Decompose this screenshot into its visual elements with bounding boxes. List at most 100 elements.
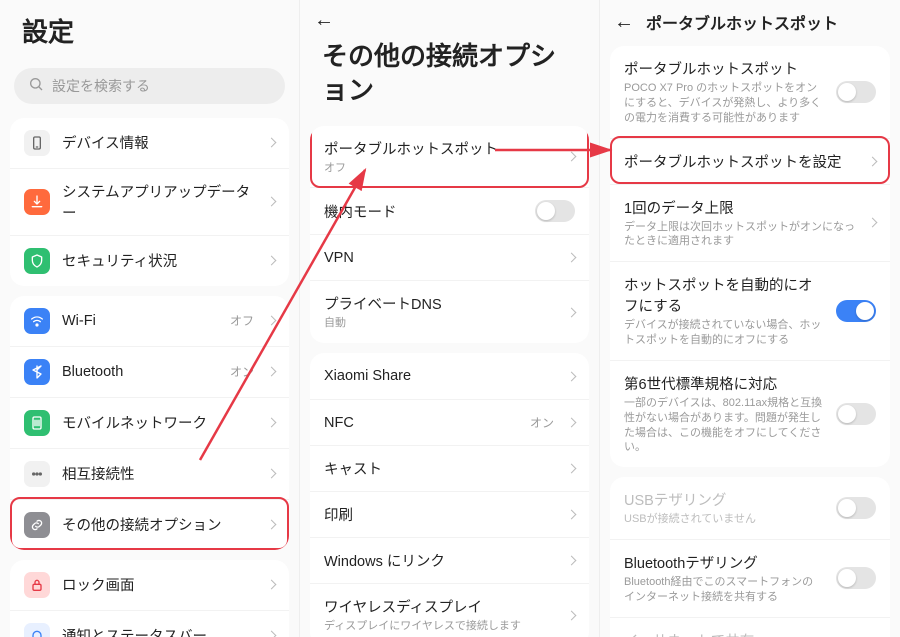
page-title: ポータブルホットスポット (646, 10, 838, 34)
row-label: 機内モード (324, 201, 523, 222)
chevron-right-icon (567, 307, 577, 317)
airplane-toggle[interactable] (535, 200, 575, 222)
row-subtitle: 一部のデバイスは、802.11ax規格と互換性がない場合があります。問題が発生し… (624, 396, 824, 455)
xiaomi-share-row[interactable]: Xiaomi Share (310, 353, 589, 399)
row-label: デバイス情報 (62, 132, 256, 153)
chevron-right-icon (567, 510, 577, 520)
row-subtitle: データ上限は次回ホットスポットがオンになったときに適用されます (624, 220, 857, 250)
row-subtitle: デバイスが接続されていない場合、ホットスポットを自動的にオフにする (624, 318, 824, 348)
chevron-right-icon (567, 610, 577, 620)
lock-screen-row[interactable]: ロック画面 (10, 560, 289, 610)
chevron-right-icon (267, 520, 277, 530)
row-label: Wi-Fi (62, 313, 218, 329)
pane-portable-hotspot: ← ポータブルホットスポット ポータブルホットスポットPOCO X7 Pro の… (600, 0, 900, 637)
chevron-right-icon (267, 580, 277, 590)
pane-settings: 設定 設定を検索する デバイス情報システムアプリアップデーターセキュリティ状況 … (0, 0, 300, 637)
cast-row[interactable]: キャスト (310, 445, 589, 491)
row-label: その他の接続オプション (62, 514, 256, 535)
vpn-row[interactable]: VPN (310, 234, 589, 280)
row-subtitle: ディスプレイにワイヤレスで接続します (324, 619, 556, 634)
bt-tether-toggle[interactable] (836, 567, 876, 589)
wifi-row[interactable]: Wi-Fi オフ (10, 296, 289, 346)
row-label: ワイヤレスディスプレイ (324, 596, 556, 617)
pane-more-connections: ← その他の接続オプション ポータブルホットスポットオフ機内モード VPN プライベ… (300, 0, 600, 637)
row-label: モバイルネットワーク (62, 412, 256, 433)
row-label: イーサネットで共有 (624, 630, 824, 637)
row-subtitle: USBが接続されていません (624, 512, 824, 527)
row-subtitle: Bluetooth経由でこのスマートフォンのインターネット接続を共有する (624, 575, 824, 605)
row-label: 第6世代標準規格に対応 (624, 373, 824, 394)
row-label: ホットスポットを自動的にオフにする (624, 274, 824, 316)
device-info-row[interactable]: デバイス情報 (10, 118, 289, 168)
chevron-right-icon (267, 418, 277, 428)
lock-icon (24, 572, 50, 598)
shield-icon (24, 248, 50, 274)
chevron-right-icon (567, 371, 577, 381)
chevron-right-icon (868, 156, 878, 166)
back-button[interactable]: ← (614, 12, 634, 32)
row-label: 相互接続性 (62, 463, 256, 484)
bell-icon (24, 623, 50, 637)
bluetooth-icon (24, 359, 50, 385)
notif-status-row[interactable]: 通知とステータスバー (10, 610, 289, 637)
print-row[interactable]: 印刷 (310, 491, 589, 537)
row-label: ロック画面 (62, 574, 256, 595)
search-icon (28, 76, 44, 95)
row-label: 通知とステータスバー (62, 625, 256, 637)
row-label: 1回のデータ上限 (624, 197, 857, 218)
phone-icon (24, 130, 50, 156)
ether-share-row: イーサネットで共有スマートフォンのネットワーク接続をイーサネットで共有する (610, 617, 890, 637)
back-button[interactable]: ← (314, 10, 334, 30)
mobile-net-row[interactable]: モバイルネットワーク (10, 397, 289, 448)
hotspot-toggle-row[interactable]: ポータブルホットスポットPOCO X7 Pro のホットスポットをオンにすると、… (610, 46, 890, 138)
row-label: VPN (324, 250, 556, 266)
wifi6-toggle[interactable] (836, 403, 876, 425)
sim-icon (24, 410, 50, 436)
hotspot-toggle-toggle[interactable] (836, 81, 876, 103)
row-value: オン (230, 363, 254, 380)
search-input[interactable]: 設定を検索する (14, 68, 285, 104)
row-label: セキュリティ状況 (62, 250, 256, 271)
wifi6-row[interactable]: 第6世代標準規格に対応一部のデバイスは、802.11ax規格と互換性がない場合が… (610, 360, 890, 467)
bt-tether-row[interactable]: BluetoothテザリングBluetooth経由でこのスマートフォンのインター… (610, 539, 890, 617)
row-value: オン (530, 414, 554, 431)
airplane-row[interactable]: 機内モード (310, 187, 589, 234)
link-icon (24, 512, 50, 538)
hotspot-row[interactable]: ポータブルホットスポットオフ (310, 126, 589, 188)
chevron-right-icon (267, 138, 277, 148)
row-subtitle: オフ (324, 161, 556, 176)
chevron-right-icon (567, 418, 577, 428)
nfc-row[interactable]: NFCオン (310, 399, 589, 445)
search-placeholder: 設定を検索する (52, 76, 150, 96)
page-title: 設定 (0, 0, 299, 62)
bluetooth-row[interactable]: Bluetooth オン (10, 346, 289, 397)
chevron-right-icon (868, 218, 878, 228)
row-label: キャスト (324, 458, 556, 479)
wifi-icon (24, 308, 50, 334)
row-subtitle: POCO X7 Pro のホットスポットをオンにすると、デバイスが発熱し、より多… (624, 81, 824, 126)
chevron-right-icon (267, 256, 277, 266)
private-dns-row[interactable]: プライベートDNS自動 (310, 280, 589, 343)
security-row[interactable]: セキュリティ状況 (10, 235, 289, 286)
row-label: プライベートDNS (324, 293, 556, 314)
interconnect-row[interactable]: 相互接続性 (10, 448, 289, 499)
dots-icon (24, 461, 50, 487)
hotspot-config-row[interactable]: ポータブルホットスポットを設定 (610, 138, 890, 184)
page-title: その他の接続オプション (300, 36, 599, 120)
auto-off-row[interactable]: ホットスポットを自動的にオフにするデバイスが接続されていない場合、ホットスポット… (610, 261, 890, 360)
chevron-right-icon (567, 253, 577, 263)
chevron-right-icon (267, 316, 277, 326)
chevron-right-icon (267, 631, 277, 637)
row-label: ポータブルホットスポット (624, 58, 824, 79)
wireless-display-row[interactable]: ワイヤレスディスプレイディスプレイにワイヤレスで接続します (310, 583, 589, 637)
row-label: 印刷 (324, 504, 556, 525)
windows-link-row[interactable]: Windows にリンク (310, 537, 589, 583)
one-time-limit-row[interactable]: 1回のデータ上限データ上限は次回ホットスポットがオンになったときに適用されます (610, 184, 890, 262)
row-label: Bluetooth (62, 364, 218, 380)
more-connect-row[interactable]: その他の接続オプション (10, 499, 289, 550)
auto-off-toggle[interactable] (836, 300, 876, 322)
chevron-right-icon (567, 464, 577, 474)
app-updater-row[interactable]: システムアプリアップデーター (10, 168, 289, 235)
row-value: オフ (230, 312, 254, 329)
usb-tether-toggle (836, 497, 876, 519)
